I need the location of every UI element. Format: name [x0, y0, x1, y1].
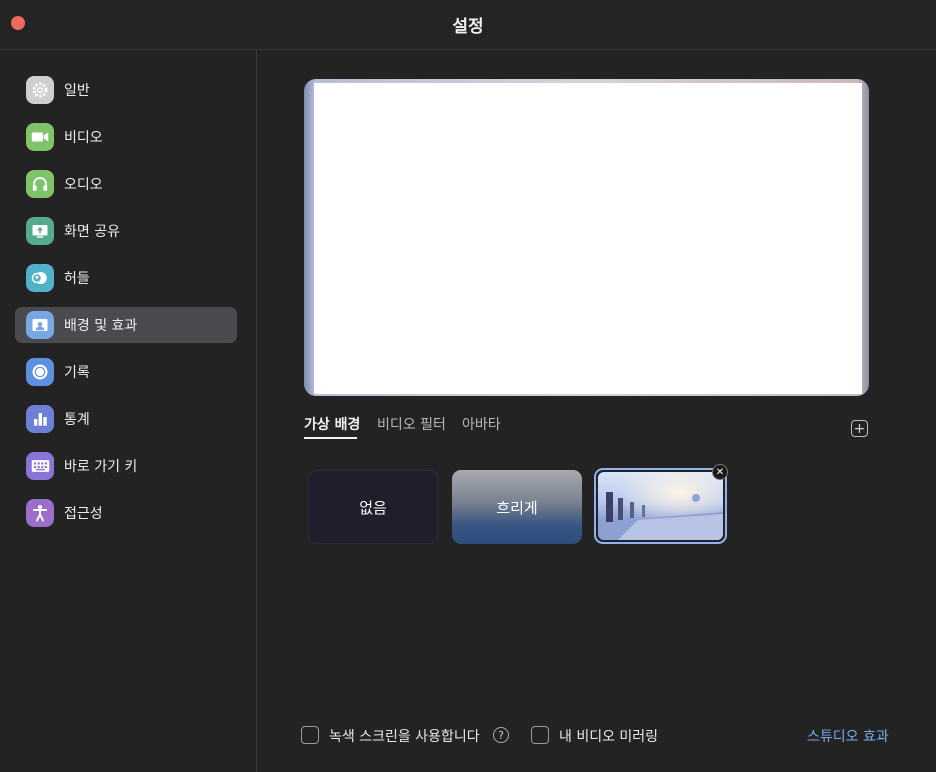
- sidebar-item-label: 오디오: [64, 177, 103, 193]
- huddle-icon: [26, 264, 54, 292]
- sidebar-item-label: 접근성: [64, 506, 103, 522]
- sidebar-item-general[interactable]: 일반: [15, 72, 237, 108]
- sidebar-item-recording[interactable]: 기록: [15, 354, 237, 390]
- plus-icon: +: [853, 420, 866, 437]
- sidebar-item-statistics[interactable]: 통계: [15, 401, 237, 437]
- sidebar-item-background-effects[interactable]: 배경 및 효과: [15, 307, 237, 343]
- sidebar-item-huddle[interactable]: 허들: [15, 260, 237, 296]
- sidebar-item-label: 바로 가기 키: [64, 459, 138, 475]
- sidebar-item-label: 허들: [64, 271, 90, 287]
- share-screen-icon: [26, 217, 54, 245]
- window-title: 설정: [452, 17, 484, 37]
- accessibility-icon: [26, 499, 54, 527]
- sidebar-item-label: 비디오: [64, 130, 103, 146]
- title-bar: 설정: [0, 0, 936, 50]
- background-option-image[interactable]: [594, 468, 727, 544]
- sidebar-item-label: 일반: [64, 83, 90, 99]
- sidebar-item-label: 기록: [64, 365, 90, 381]
- settings-window: 설정 일반 비디오 오디오 화면 공유 허들 배경 및 효과 기록 통계 바로 …: [0, 0, 936, 772]
- background-option-label: 없음: [359, 498, 387, 517]
- headphones-icon: [26, 170, 54, 198]
- studio-effects-link[interactable]: 스튜디오 효과: [807, 726, 889, 746]
- video-camera-icon: [26, 123, 54, 151]
- remove-background-button[interactable]: ✕: [712, 464, 728, 480]
- recording-icon: [26, 358, 54, 386]
- help-icon[interactable]: ?: [493, 727, 509, 743]
- gear-icon: [26, 76, 54, 104]
- sidebar-item-label: 통계: [64, 412, 90, 428]
- background-effects-icon: [26, 311, 54, 339]
- mirror-video-label: 내 비디오 미러링: [559, 729, 659, 745]
- add-background-button[interactable]: +: [851, 420, 868, 437]
- sidebar-item-label: 화면 공유: [64, 224, 120, 240]
- bar-chart-icon: [26, 405, 54, 433]
- background-image-thumbnail: [598, 472, 723, 540]
- background-option-blur[interactable]: 흐리게: [452, 470, 582, 544]
- keyboard-icon: [26, 452, 54, 480]
- green-screen-checkbox[interactable]: [301, 726, 319, 744]
- sidebar-item-label: 배경 및 효과: [64, 318, 138, 334]
- tab-video-filters[interactable]: 비디오 필터: [377, 414, 446, 434]
- video-preview: [304, 79, 869, 396]
- close-icon: ✕: [715, 466, 725, 478]
- background-effects-panel: 가상 배경 비디오 필터 아바타 + 없음 흐리게 ✕ 녹색 스크린을 사용합니…: [257, 50, 936, 772]
- background-option-label: 흐리게: [496, 498, 538, 517]
- mirror-video-checkbox[interactable]: [531, 726, 549, 744]
- footer-options: 녹색 스크린을 사용합니다 ? 내 비디오 미러링 스튜디오 효과: [257, 724, 936, 748]
- green-screen-label: 녹색 스크린을 사용합니다: [329, 729, 480, 745]
- tab-virtual-background[interactable]: 가상 배경: [304, 414, 360, 434]
- tab-avatars[interactable]: 아바타: [462, 414, 501, 434]
- background-option-none[interactable]: 없음: [308, 470, 438, 544]
- active-tab-indicator: [304, 437, 357, 439]
- sidebar-item-accessibility[interactable]: 접근성: [15, 495, 237, 531]
- sidebar-item-video[interactable]: 비디오: [15, 119, 237, 155]
- camera-feed: [314, 83, 862, 394]
- sidebar-item-shortcuts[interactable]: 바로 가기 키: [15, 448, 237, 484]
- sidebar-item-audio[interactable]: 오디오: [15, 166, 237, 202]
- sidebar-item-share-screen[interactable]: 화면 공유: [15, 213, 237, 249]
- sidebar: 일반 비디오 오디오 화면 공유 허들 배경 및 효과 기록 통계 바로 가기 …: [0, 50, 257, 772]
